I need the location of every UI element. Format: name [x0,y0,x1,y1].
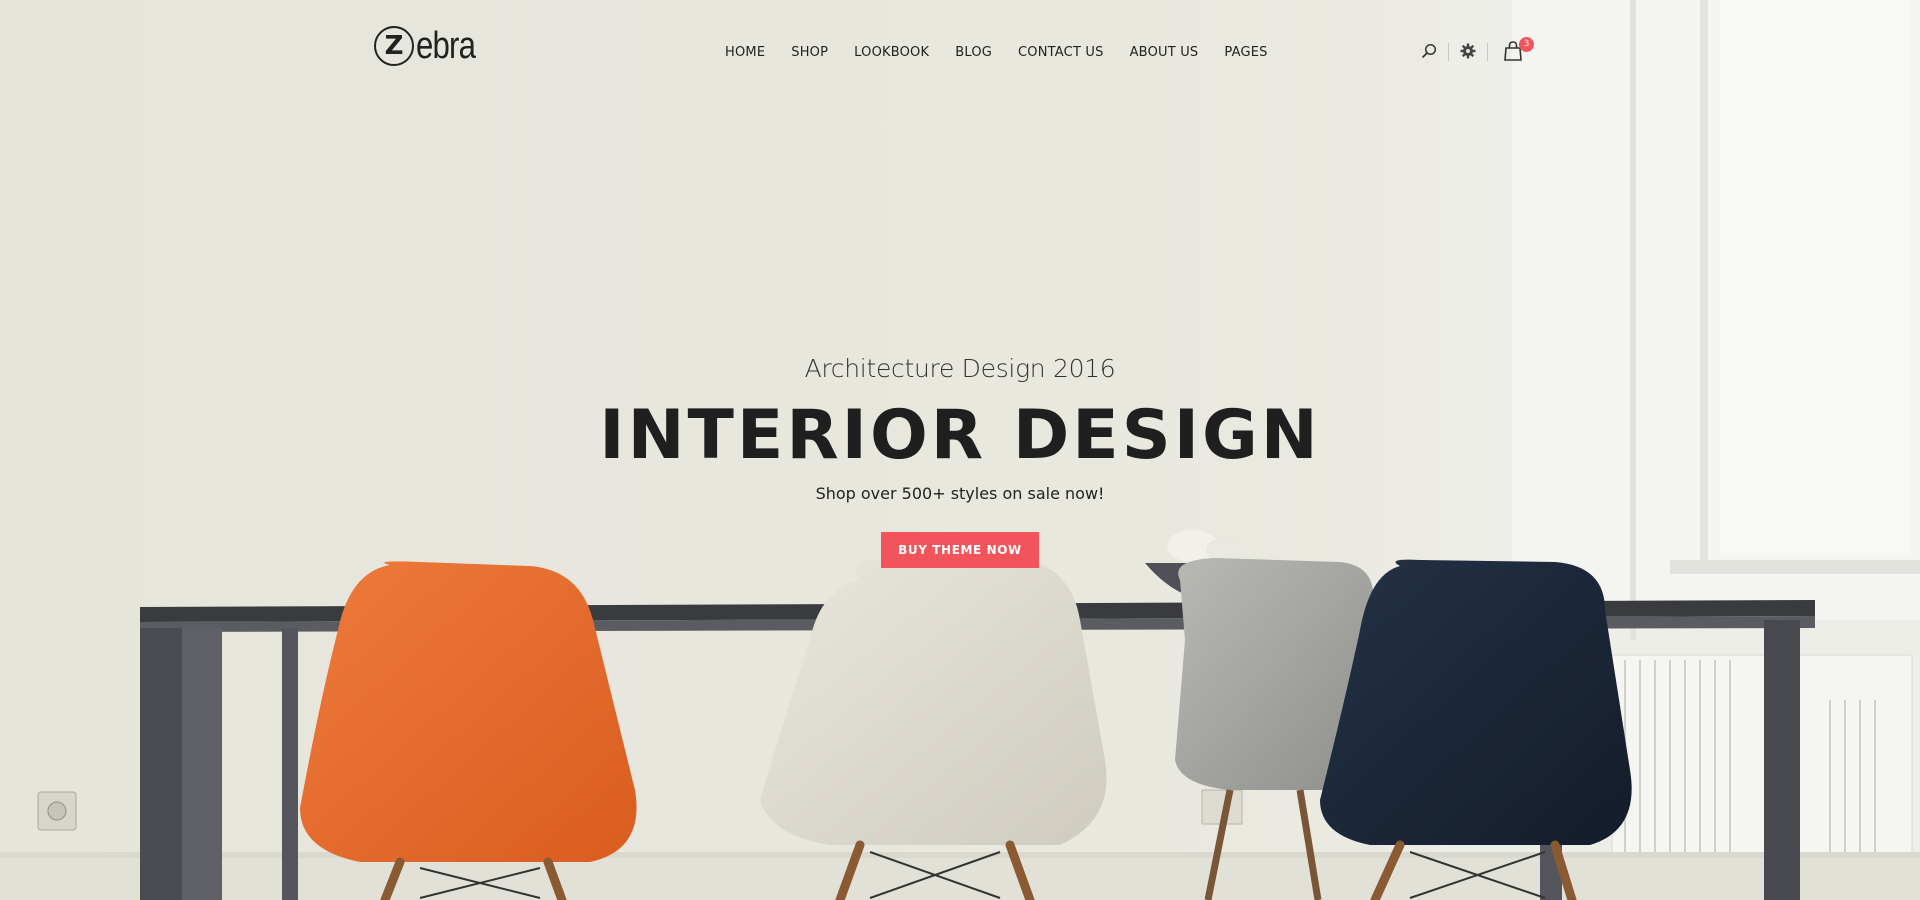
search-icon [1421,43,1437,62]
nav-item-shop[interactable]: SHOP [778,45,841,60]
settings-button[interactable] [1449,37,1487,67]
hero-title: INTERIOR DESIGN [599,396,1321,475]
buy-theme-button[interactable]: BUY THEME NOW [881,532,1039,568]
nav-item-about-us[interactable]: ABOUT US [1117,45,1212,60]
search-button[interactable] [1410,37,1448,67]
brand-logo[interactable]: Z ebra [374,26,488,66]
hero-kicker: Architecture Design 2016 [804,354,1116,383]
hero-subtitle: Shop over 500+ styles on sale now! [815,484,1105,503]
site-header: Z ebra HOME SHOP LOOKBOOK BLOG CONTACT U… [0,0,1920,104]
nav-item-blog[interactable]: BLOG [942,45,1005,60]
cart-count-badge: 3 [1519,37,1534,52]
cart-button[interactable]: 3 [1488,37,1538,67]
nav-item-pages[interactable]: PAGES [1211,45,1280,60]
header-tools: 3 [1410,34,1538,70]
hero-section: Architecture Design 2016 INTERIOR DESIGN… [0,352,1920,568]
nav-item-home[interactable]: HOME [712,45,778,60]
logo-wordmark: ebra [416,25,476,67]
nav-item-contact-us[interactable]: CONTACT US [1005,45,1117,60]
nav-item-lookbook[interactable]: LOOKBOOK [841,45,942,60]
gear-icon [1460,43,1476,62]
main-nav: HOME SHOP LOOKBOOK BLOG CONTACT US ABOUT… [712,42,1281,62]
logo-mark: Z [374,26,414,66]
